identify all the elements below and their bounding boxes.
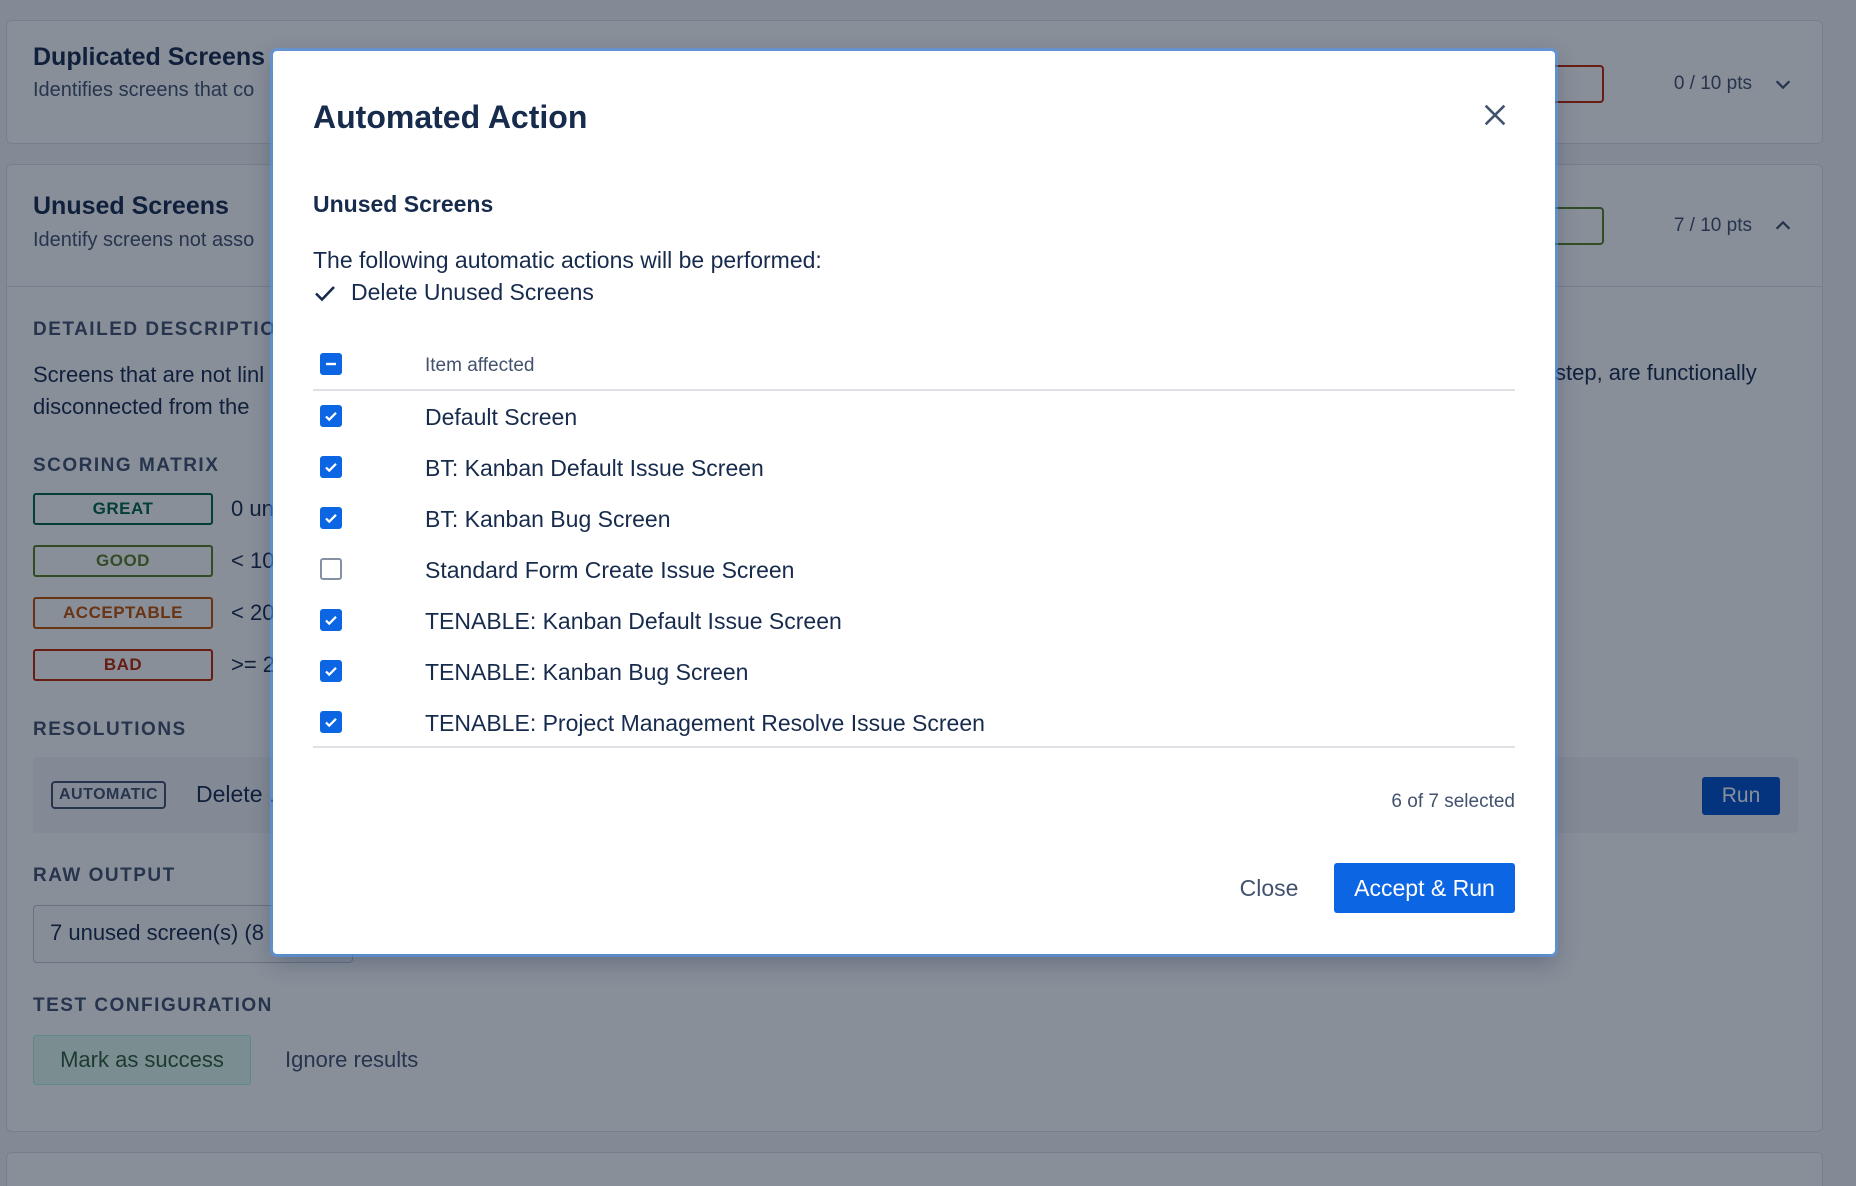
item-checkbox[interactable] (320, 456, 342, 478)
item-checkbox[interactable] (320, 405, 342, 427)
check-icon (325, 412, 337, 422)
action-item: Delete Unused Screens (313, 279, 594, 306)
check-icon (325, 616, 337, 626)
check-icon (325, 667, 337, 677)
check-icon (325, 514, 337, 524)
table-row: TENABLE: Project Management Resolve Issu… (313, 697, 1515, 748)
modal-title: Automated Action (313, 99, 588, 135)
table-row: BT: Kanban Bug Screen (313, 493, 1515, 544)
item-label: TENABLE: Project Management Resolve Issu… (425, 710, 985, 736)
action-label: Delete Unused Screens (351, 279, 594, 305)
automated-action-modal: Automated Action Unused Screens The foll… (273, 51, 1555, 954)
close-icon[interactable] (1481, 101, 1509, 129)
table-row: TENABLE: Kanban Bug Screen (313, 646, 1515, 697)
indeterminate-icon (326, 362, 336, 366)
table-header: Item affected (313, 338, 1515, 391)
items-table: Item affected Default Screen BT: Kanban D… (313, 338, 1515, 748)
select-all-checkbox[interactable] (320, 353, 342, 375)
check-icon (325, 718, 337, 728)
table-row: Default Screen (313, 391, 1515, 442)
item-label: TENABLE: Kanban Bug Screen (425, 659, 749, 685)
column-header-item-affected: Item affected (425, 355, 535, 376)
table-row: TENABLE: Kanban Default Issue Screen (313, 595, 1515, 646)
item-label: Standard Form Create Issue Screen (425, 557, 795, 583)
item-label: BT: Kanban Bug Screen (425, 506, 671, 532)
item-label: BT: Kanban Default Issue Screen (425, 455, 764, 481)
modal-subtitle: Unused Screens (313, 191, 494, 217)
selected-count: 6 of 7 selected (1391, 791, 1515, 812)
item-checkbox[interactable] (320, 507, 342, 529)
check-icon (325, 463, 337, 473)
item-checkbox[interactable] (320, 609, 342, 631)
modal-intro-text: The following automatic actions will be … (313, 247, 822, 273)
item-label: TENABLE: Kanban Default Issue Screen (425, 608, 842, 634)
item-checkbox[interactable] (320, 558, 342, 580)
table-row: BT: Kanban Default Issue Screen (313, 442, 1515, 493)
item-checkbox[interactable] (320, 711, 342, 733)
table-row: Standard Form Create Issue Screen (313, 544, 1515, 595)
checkmark-icon (315, 285, 335, 301)
item-label: Default Screen (425, 404, 578, 430)
item-checkbox[interactable] (320, 660, 342, 682)
accept-and-run-button[interactable]: Accept & Run (1334, 863, 1515, 913)
close-button[interactable]: Close (1212, 863, 1326, 913)
